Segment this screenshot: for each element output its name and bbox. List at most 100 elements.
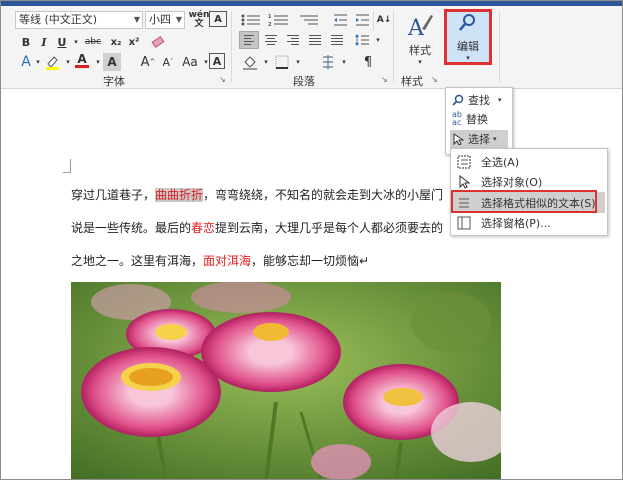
strikethrough-button[interactable]: abc <box>81 33 105 51</box>
select-similar-highlight-box <box>451 190 597 213</box>
chevron-down-icon[interactable]: ▾ <box>369 31 387 49</box>
decrease-indent-icon <box>334 14 347 26</box>
chevron-down-icon: ▼ <box>133 15 140 24</box>
text-run: 之地之一。这里有洱海， <box>71 254 204 268</box>
character-border-button[interactable]: A <box>209 53 225 69</box>
multilevel-list-icon <box>300 15 318 25</box>
subscript-button[interactable]: x₂ <box>107 33 125 51</box>
paragraph-line-1[interactable]: 穿过几道巷子，曲曲折折，弯弯绕绕，不知名的就会走到大冰的小屋门 <box>71 186 443 203</box>
chevron-down-icon: ▾ <box>493 135 497 143</box>
show-formatting-marks-button[interactable]: ¶ <box>359 53 377 71</box>
replace-icon: ab ac <box>452 110 462 127</box>
select-label: 选择 <box>468 133 490 146</box>
word-window: 等线 (中文正文) ▼ 小四 ▼ wén 文 A B I U ▾ abc x₂ … <box>0 0 623 480</box>
distributed-button[interactable] <box>327 31 347 49</box>
chevron-down-icon: ▾ <box>498 96 502 104</box>
enclose-characters-button[interactable]: A <box>209 11 227 27</box>
find-menu-item[interactable]: 查找 ▾ <box>452 92 510 108</box>
superscript-button[interactable]: x² <box>125 33 143 51</box>
align-right-button[interactable] <box>283 31 303 49</box>
selection-pane-label: 选择窗格(P)... <box>481 217 551 230</box>
sort-button[interactable]: A↓ <box>375 11 393 29</box>
selection-pane-icon <box>457 216 471 230</box>
select-all-icon <box>457 155 471 169</box>
borders-icon <box>275 55 289 69</box>
paragraph-dialog-launcher-icon[interactable]: ↘ <box>381 75 388 84</box>
replace-label: 替换 <box>465 113 488 126</box>
shrink-font-button[interactable]: Aˇ <box>159 53 177 71</box>
text-run: 穿过几道巷子， <box>71 188 156 202</box>
svg-text:1: 1 <box>268 14 272 20</box>
justify-button[interactable] <box>305 31 325 49</box>
paint-bucket-icon <box>243 56 257 70</box>
grow-font-button[interactable]: A ^ <box>139 53 157 71</box>
align-left-button[interactable] <box>239 31 259 49</box>
styles-icon: A <box>407 15 433 39</box>
font-group-label: 字体 <box>103 75 125 88</box>
styles-button-label: 样式 <box>409 44 431 57</box>
select-objects-menu-item[interactable]: 选择对象(O) <box>453 172 605 192</box>
highlighted-text-run: 春恋 <box>191 221 216 235</box>
phonetic-guide-char: 文 <box>194 19 204 29</box>
numbering-button[interactable]: 12 <box>267 11 291 29</box>
clear-formatting-button[interactable] <box>149 32 167 50</box>
text-run: 说是一些传统。最后的 <box>71 221 192 235</box>
increase-indent-button[interactable] <box>353 11 371 29</box>
align-center-button[interactable] <box>261 31 281 49</box>
ribbon-top-bar <box>1 1 622 6</box>
multilevel-list-button[interactable] <box>297 11 321 29</box>
margin-corner-mark <box>63 159 71 173</box>
eraser-icon <box>151 35 165 49</box>
font-dialog-launcher-icon[interactable]: ↘ <box>219 75 226 84</box>
cursor-arrow-icon <box>459 175 471 189</box>
flower-image <box>71 282 501 479</box>
highlighter-icon <box>46 56 59 70</box>
group-separator <box>393 11 394 83</box>
highlighted-text-run: 曲曲折折 <box>155 188 204 202</box>
asian-layout-icon <box>323 55 333 69</box>
text-run: ，能够忘却一切烦恼↵ <box>251 254 370 268</box>
styles-dialog-launcher-icon[interactable]: ↘ <box>431 75 438 84</box>
character-shading-button[interactable]: A <box>103 53 121 71</box>
paragraph-line-2[interactable]: 说是一些传统。最后的春恋提到云南，大理几乎是每个人都必须要去的 <box>71 219 443 236</box>
group-separator <box>373 11 374 31</box>
select-objects-label: 选择对象(O) <box>481 176 543 189</box>
edit-button[interactable]: 编辑 ▾ <box>447 12 489 62</box>
magnifier-icon <box>459 14 475 31</box>
font-name-combo[interactable]: 等线 (中文正文) ▼ <box>15 11 143 29</box>
edit-dropdown-menu: 查找 ▾ ab ac 替换 选择 ▾ <box>445 87 513 155</box>
font-size-combo[interactable]: 小四 ▼ <box>145 11 185 29</box>
numbering-icon: 12 <box>268 14 288 27</box>
ribbon: 等线 (中文正文) ▼ 小四 ▼ wén 文 A B I U ▾ abc x₂ … <box>1 1 622 89</box>
chevron-down-icon[interactable]: ▾ <box>289 53 307 71</box>
bold-button[interactable]: B <box>17 33 35 51</box>
text-run: ，弯弯绕绕，不知名的就会走到大冰的小屋门 <box>203 188 444 202</box>
styles-button[interactable]: A 样式 ▾ <box>403 11 437 66</box>
font-size-value: 小四 <box>149 13 171 26</box>
italic-button[interactable]: I <box>35 33 53 51</box>
selection-pane-menu-item[interactable]: 选择窗格(P)... <box>453 213 605 233</box>
highlighted-text-run: 面对洱海 <box>203 254 252 268</box>
bullets-icon <box>241 14 260 26</box>
phonetic-guide-button[interactable]: wén 文 <box>189 11 210 29</box>
paragraph-group-label: 段落 <box>293 75 315 88</box>
decrease-indent-button[interactable] <box>331 11 349 29</box>
cursor-arrow-icon <box>453 133 464 145</box>
select-all-menu-item[interactable]: 全选(A) <box>453 152 605 172</box>
chevron-down-icon[interactable]: ▾ <box>335 53 353 71</box>
svg-text:2: 2 <box>268 22 272 27</box>
line-spacing-icon <box>355 34 369 46</box>
flower-photo[interactable] <box>71 282 501 479</box>
paragraph-line-3[interactable]: 之地之一。这里有洱海，面对洱海，能够忘却一切烦恼↵ <box>71 252 369 269</box>
svg-text:A: A <box>407 16 425 39</box>
bullets-button[interactable] <box>239 11 263 29</box>
font-name-value: 等线 (中文正文) <box>19 13 98 26</box>
select-menu-item[interactable]: 选择 ▾ <box>450 130 508 148</box>
text-run: 提到云南，大理几乎是每个人都必须要去的 <box>215 221 444 235</box>
chevron-down-icon: ▾ <box>418 58 422 66</box>
styles-group-label: 样式 <box>401 75 423 88</box>
chevron-down-icon: ▼ <box>175 15 182 24</box>
group-separator <box>231 11 232 83</box>
increase-indent-icon <box>356 14 369 26</box>
replace-menu-item[interactable]: ab ac 替换 <box>452 110 510 128</box>
